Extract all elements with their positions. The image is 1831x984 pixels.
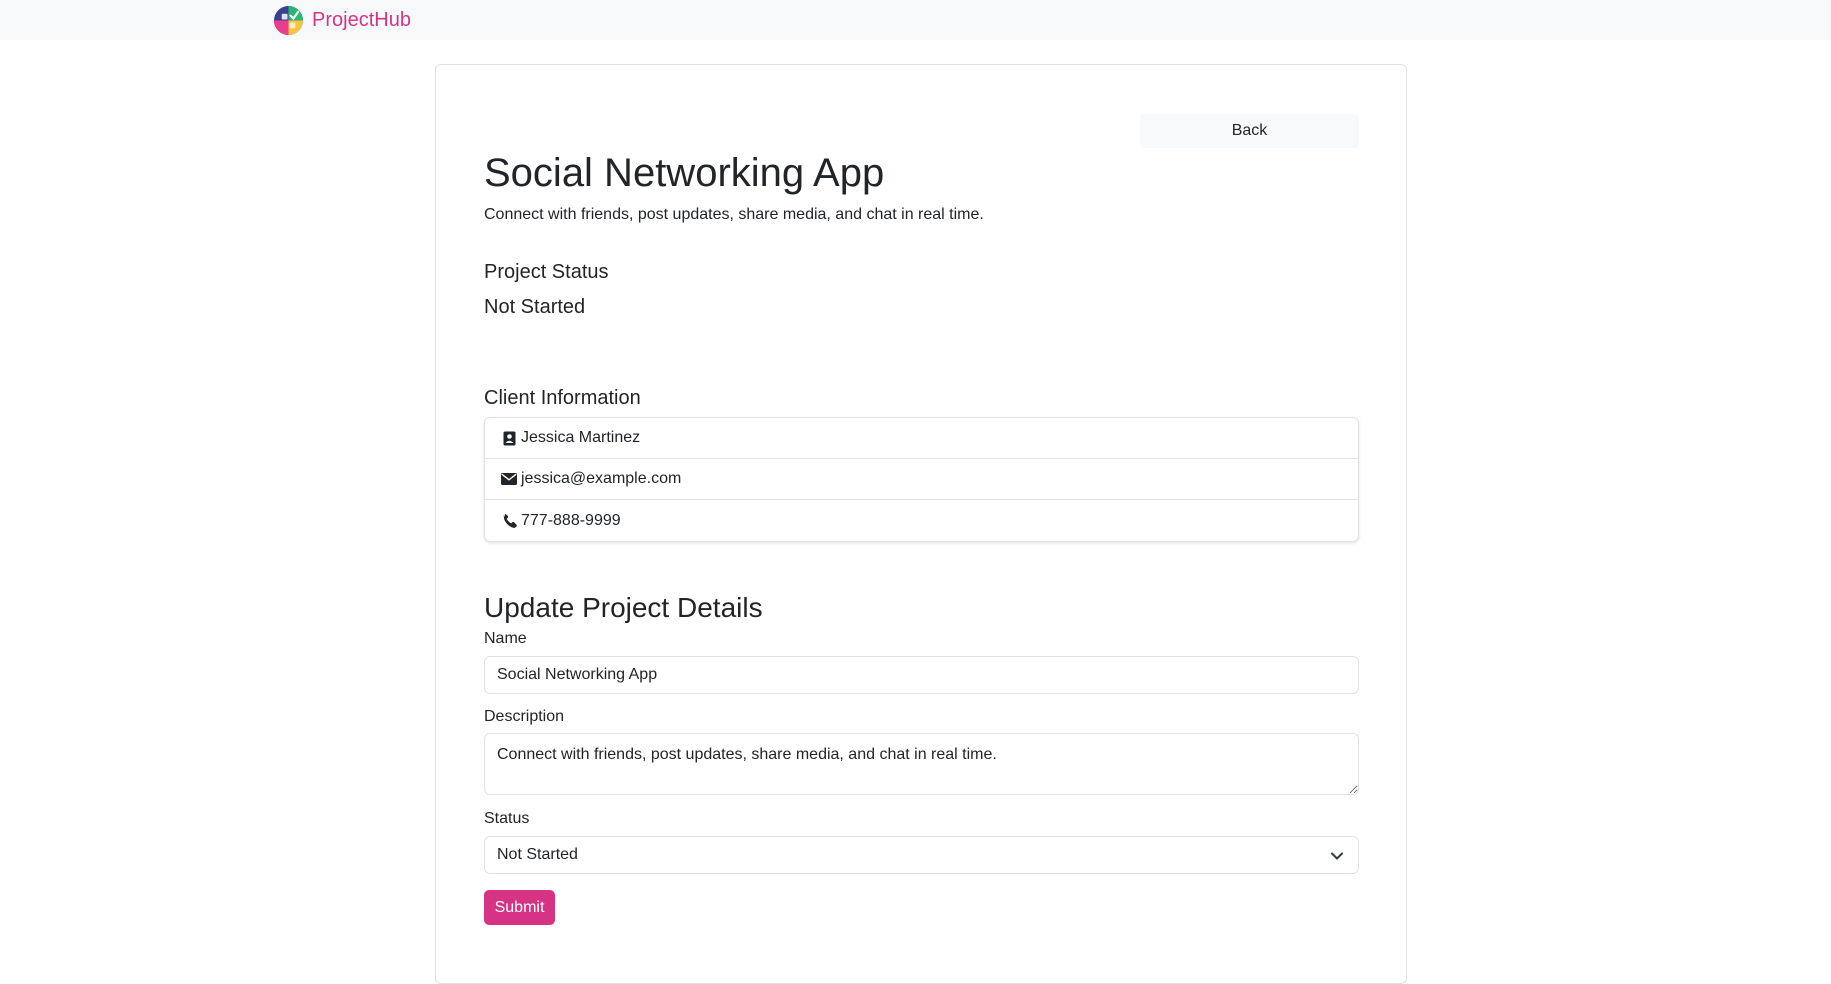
update-project-heading: Update Project Details [484,592,763,623]
brand-name: ProjectHub [312,8,411,31]
status-select[interactable]: Not Started [484,836,1359,874]
client-phone-item: 777-888-9999 [485,500,1358,541]
project-status-value: Not Started [484,296,586,318]
name-label: Name [484,630,527,647]
envelope-icon [501,471,517,487]
status-select-value: Not Started [497,846,578,863]
description-textarea[interactable]: Connect with friends, post updates, shar… [484,733,1359,795]
client-email: jessica@example.com [521,470,682,487]
project-title: Social Networking App [484,151,885,195]
status-label: Status [484,810,530,827]
chevron-down-icon [1331,852,1343,860]
description-label: Description [484,708,565,725]
contact-card-icon [501,430,517,446]
project-card: Back Social Networking App Connect with … [435,64,1407,984]
phone-icon [501,513,517,529]
client-information-heading: Client Information [484,387,641,409]
client-name-item: Jessica Martinez [485,418,1358,459]
client-phone: 777-888-9999 [521,511,621,529]
project-status-heading: Project Status [484,261,609,283]
projecthub-logo-icon [273,5,304,35]
client-name: Jessica Martinez [521,429,641,446]
client-info-list: Jessica Martinez jessica@example.com 777… [484,417,1359,542]
back-button[interactable]: Back [1140,114,1359,148]
client-email-item: jessica@example.com [485,459,1358,500]
brand-link[interactable]: ProjectHub [273,4,411,36]
project-description: Connect with friends, post updates, shar… [484,206,984,223]
submit-button[interactable]: Submit [484,890,555,925]
navbar: ProjectHub [0,0,1831,40]
name-input[interactable] [484,656,1359,694]
